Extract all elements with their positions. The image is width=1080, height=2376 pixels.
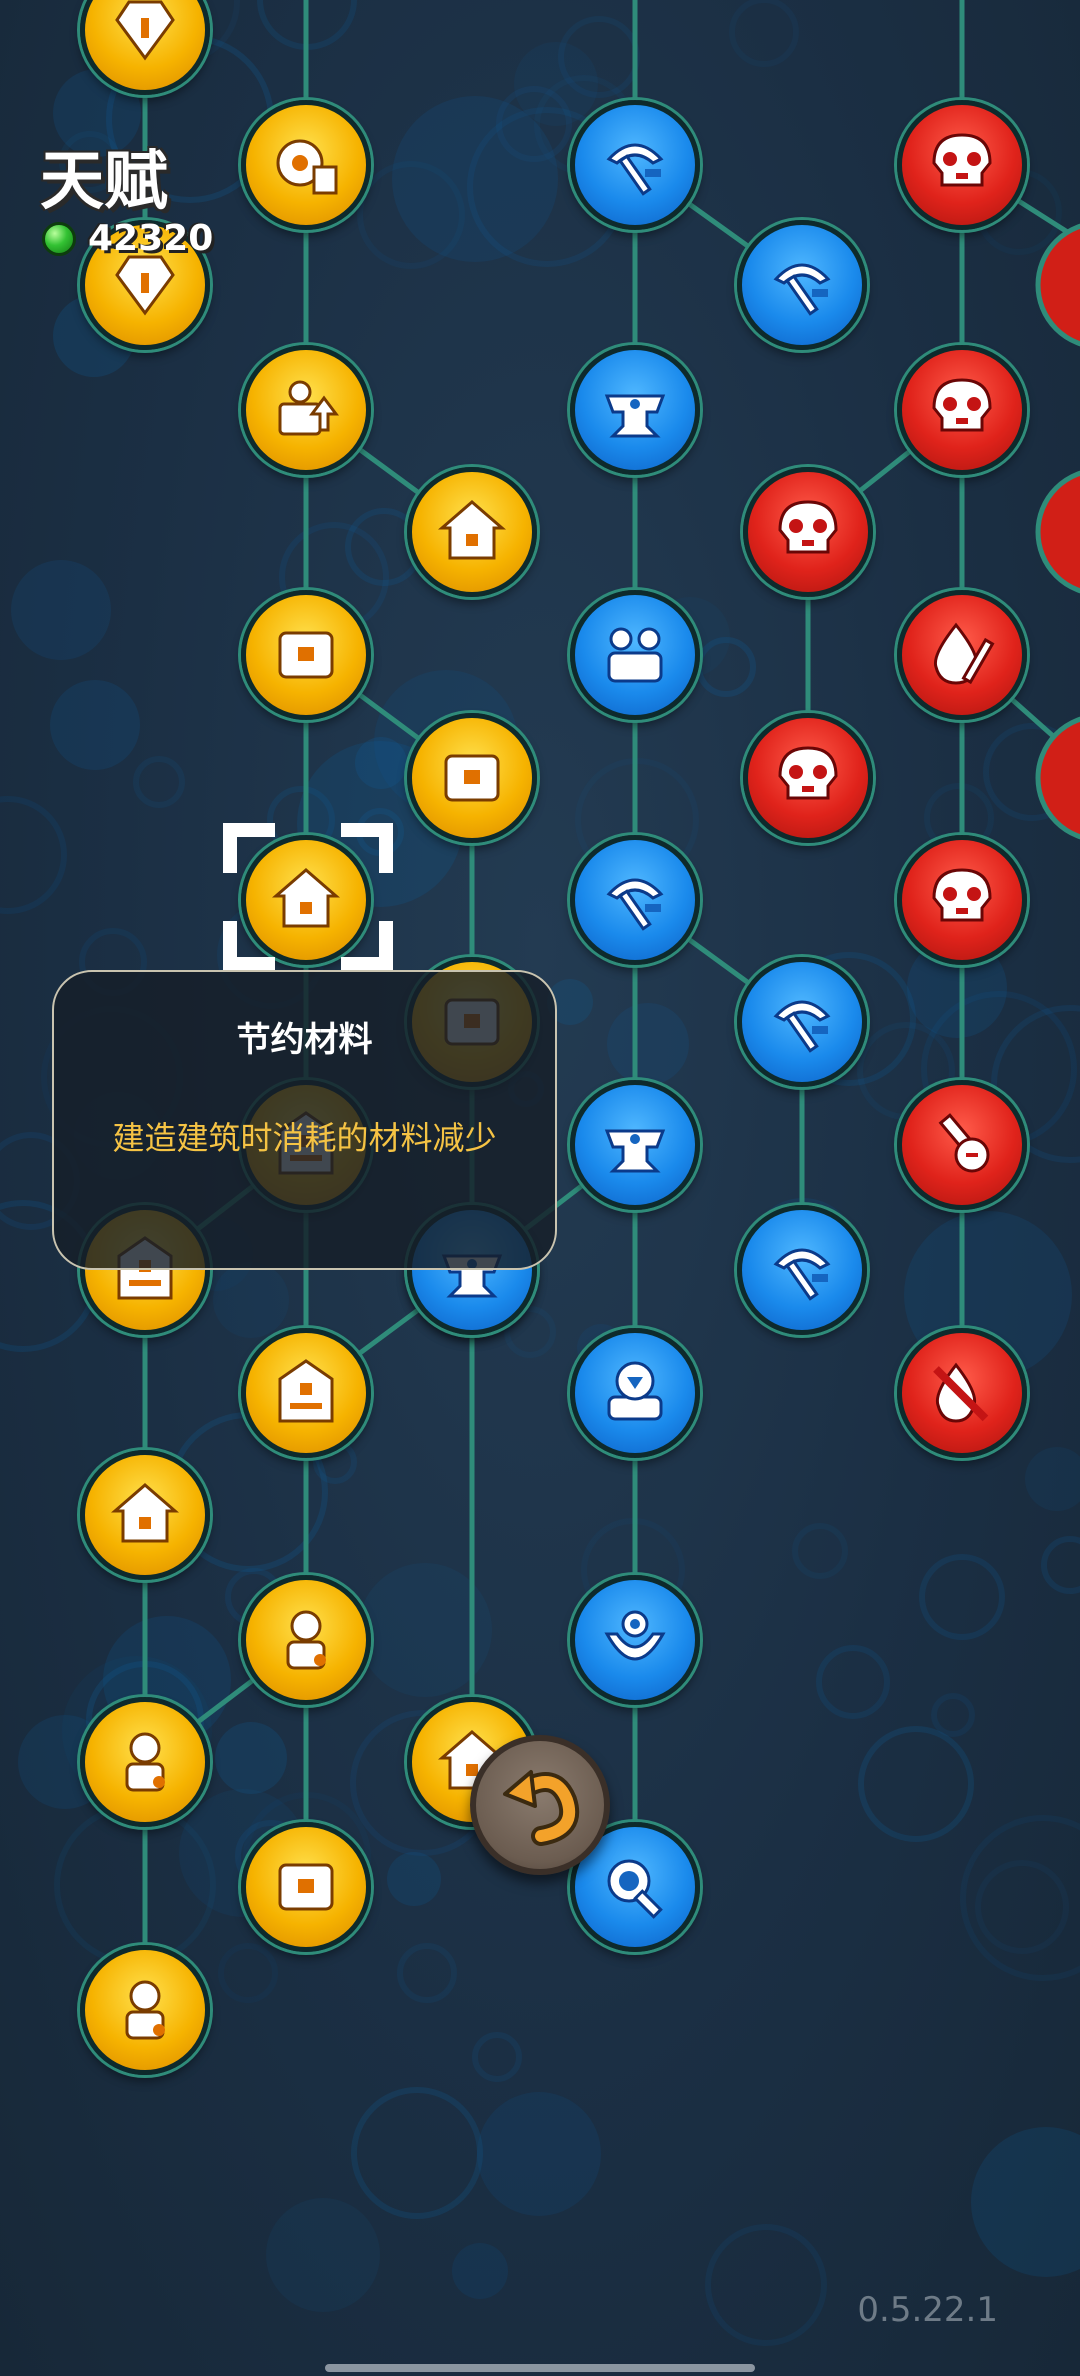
house-icon (110, 1483, 180, 1543)
talent-node[interactable] (241, 100, 371, 230)
pickaxe-plus-icon (606, 878, 664, 931)
pickaxe-plus-icon (773, 1000, 831, 1053)
skull-plus-icon (932, 133, 992, 187)
home-indicator (325, 2364, 755, 2372)
currency-value: 42320 (88, 218, 214, 259)
skull-plus-icon (778, 500, 838, 554)
talent-node[interactable] (570, 1080, 700, 1210)
talent-node-offscreen (1035, 716, 1080, 840)
version-label: 0.5.22.1 (857, 2290, 998, 2330)
search-icon (607, 1859, 663, 1919)
anvil-icon (604, 394, 666, 438)
workers-icon (607, 627, 663, 683)
page-title: 天赋 (40, 145, 168, 219)
talent-node[interactable] (407, 467, 537, 597)
talent-node[interactable] (743, 467, 873, 597)
worker-icon (125, 1980, 165, 2040)
storage-icon (278, 631, 334, 679)
skull-plus-icon (932, 378, 992, 432)
talent-node[interactable] (570, 1328, 700, 1458)
talent-tooltip: 节约材料 建造建筑时消耗的材料减少 (52, 970, 557, 1270)
storage-icon (444, 754, 500, 802)
fountain-icon (604, 1610, 666, 1661)
talent-node[interactable] (241, 1328, 371, 1458)
talent-node[interactable] (897, 100, 1027, 230)
talent-node[interactable] (241, 345, 371, 475)
gem-bonus-icon (115, 255, 175, 316)
gear-exp-icon (276, 139, 338, 195)
talent-node[interactable] (737, 220, 867, 350)
sword-plus-icon (938, 1113, 990, 1173)
talent-node[interactable] (241, 590, 371, 720)
selection-brackets (223, 823, 393, 971)
green-gem-icon (42, 221, 76, 256)
undo-arrow-icon (503, 1770, 580, 1846)
no-drop-icon (933, 1362, 989, 1423)
talent-node[interactable] (570, 1575, 700, 1705)
talent-node[interactable] (570, 590, 700, 720)
house-upgrade-icon (437, 500, 507, 560)
talent-node[interactable] (241, 1575, 371, 1705)
wood-bonus-icon (278, 380, 339, 436)
anvil-stack-icon (604, 1129, 666, 1173)
tooltip-description: 建造建筑时消耗的材料减少 (112, 1119, 497, 1157)
talent-node[interactable] (743, 713, 873, 843)
talent-node[interactable] (241, 1822, 371, 1952)
talent-node[interactable] (80, 1945, 210, 2075)
talent-node[interactable] (897, 1328, 1027, 1458)
talent-node[interactable] (570, 100, 700, 230)
pickaxe-plus-icon (773, 1248, 831, 1301)
talent-node[interactable] (737, 957, 867, 1087)
worker-icon (125, 1732, 165, 1792)
talent-node-offscreen (1035, 223, 1080, 347)
download-icon (607, 1361, 663, 1421)
talent-node-offscreen (1035, 470, 1080, 594)
skull-fight-icon (932, 868, 992, 922)
talent-node[interactable] (570, 345, 700, 475)
talent-node[interactable] (80, 1697, 210, 1827)
talent-node[interactable] (897, 345, 1027, 475)
talent-node[interactable] (897, 590, 1027, 720)
building-icon (278, 1359, 334, 1423)
back-button[interactable] (470, 1735, 610, 1875)
skull-plus-icon (778, 746, 838, 800)
pickaxe-exp-icon (606, 143, 664, 196)
drop-sword-icon (933, 622, 995, 685)
talent-node[interactable] (897, 835, 1027, 965)
talent-node[interactable] (897, 1080, 1027, 1210)
pickaxe-exp-icon (773, 263, 831, 316)
talent-node[interactable] (737, 1205, 867, 1335)
gem-bonus-icon (115, 0, 175, 61)
talent-node[interactable] (80, 1450, 210, 1580)
currency-display: 42320 (42, 218, 213, 259)
talent-node[interactable] (407, 713, 537, 843)
tooltip-title: 节约材料 (236, 1020, 373, 1060)
talent-node[interactable] (570, 835, 700, 965)
worker-icon (286, 1610, 326, 1670)
storage-icon (278, 1863, 334, 1911)
